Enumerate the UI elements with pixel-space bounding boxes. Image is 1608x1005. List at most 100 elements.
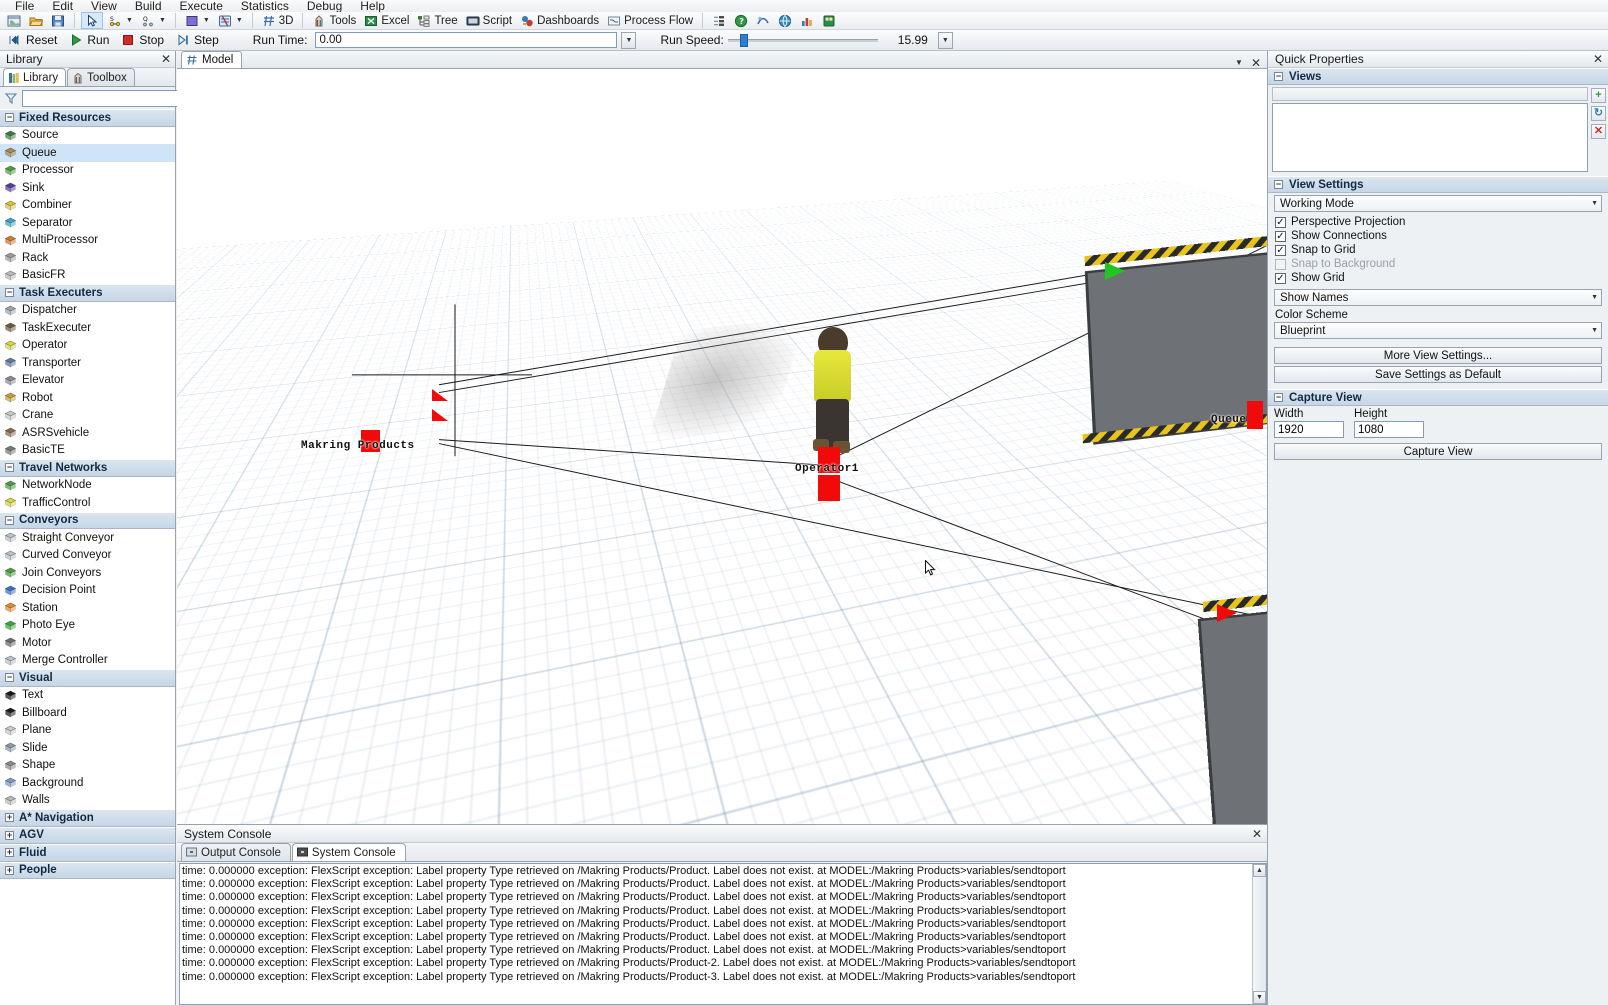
menu-item-execute[interactable]: Execute (171, 0, 232, 12)
tab-model[interactable]: Model (181, 51, 242, 68)
group-collapse-toggle[interactable]: + (5, 866, 14, 875)
capture-view-button[interactable]: Capture View (1274, 443, 1602, 460)
library-group-visual[interactable]: − Visual (0, 669, 175, 687)
capture-height-input[interactable] (1354, 421, 1424, 438)
library-item-basicte[interactable]: BasicTE (0, 442, 175, 460)
share-button[interactable] (753, 12, 773, 29)
group-collapse-toggle[interactable]: + (5, 831, 14, 840)
library-item-taskexecuter[interactable]: TaskExecuter (0, 319, 175, 337)
library-item-processor[interactable]: Processor (0, 162, 175, 180)
library-item-robot[interactable]: Robot (0, 389, 175, 407)
show-names-select[interactable]: Show Names ▼ (1274, 289, 1602, 306)
run-time-dropdown-button[interactable]: ▼ (621, 32, 636, 49)
views-collapse-toggle[interactable]: − (1274, 72, 1283, 81)
group-collapse-toggle[interactable]: + (5, 813, 14, 822)
run-time-input[interactable] (315, 32, 617, 48)
library-item-queue[interactable]: Queue (0, 144, 175, 162)
console-log-text[interactable]: time: 0.000000 exception: FlexScript exc… (180, 864, 1252, 1004)
group-collapse-toggle[interactable]: + (5, 848, 14, 857)
library-item-separator[interactable]: Separator (0, 214, 175, 232)
library-group-a-navigation[interactable]: + A* Navigation (0, 809, 175, 827)
close-icon[interactable]: ✕ (1251, 58, 1261, 68)
checkbox-perspective-projection[interactable]: ✓ Perspective Projection (1268, 215, 1608, 229)
open-model-button[interactable] (26, 12, 46, 29)
view-settings-section-header[interactable]: − View Settings (1268, 176, 1608, 193)
step-button[interactable]: Step (174, 31, 225, 50)
library-item-join-conveyors[interactable]: Join Conveyors (0, 564, 175, 582)
close-icon[interactable]: ✕ (1252, 829, 1262, 839)
library-item-rack[interactable]: Rack (0, 249, 175, 267)
experimenter-button[interactable] (819, 12, 839, 29)
library-item-slide[interactable]: Slide (0, 739, 175, 757)
menu-item-edit[interactable]: Edit (43, 0, 82, 12)
group-collapse-toggle[interactable]: − (5, 463, 14, 472)
checkbox-show-grid[interactable]: ✓ Show Grid (1268, 271, 1608, 285)
new-model-button[interactable] (4, 12, 24, 29)
group-collapse-toggle[interactable]: − (5, 673, 14, 682)
3d-view-button[interactable]: 3D (259, 12, 297, 29)
views-list[interactable] (1272, 103, 1588, 172)
capture-view-collapse-toggle[interactable]: − (1274, 393, 1283, 402)
add-view-button[interactable]: + (1591, 88, 1606, 103)
library-item-asrsvehicle[interactable]: ASRSvehicle (0, 424, 175, 442)
library-group-task-executers[interactable]: − Task Executers (0, 284, 175, 302)
stop-button[interactable]: Stop (119, 31, 170, 50)
library-item-station[interactable]: Station (0, 599, 175, 617)
scroll-down-icon[interactable]: ▼ (1253, 991, 1266, 1004)
library-group-travel-networks[interactable]: − Travel Networks (0, 459, 175, 477)
reset-button[interactable]: Reset (6, 31, 63, 50)
run-speed-dropdown-button[interactable]: ▼ (938, 32, 953, 49)
search-input[interactable] (22, 90, 184, 107)
run-speed-slider[interactable] (728, 32, 878, 48)
filter-funnel-icon[interactable] (4, 91, 18, 105)
console-scrollbar[interactable]: ▲ ▼ (1252, 864, 1266, 1004)
chevron-down-icon[interactable]: ▼ (126, 17, 133, 24)
library-group-fixed-resources[interactable]: − Fixed Resources (0, 109, 175, 127)
menu-item-help[interactable]: Help (351, 0, 394, 12)
library-item-background[interactable]: Background (0, 774, 175, 792)
library-item-trafficcontrol[interactable]: TrafficControl (0, 494, 175, 512)
library-item-networknode[interactable]: NetworkNode (0, 477, 175, 495)
tab-output-console[interactable]: Output Console (181, 843, 291, 861)
library-item-source[interactable]: Source (0, 127, 175, 145)
library-item-decision-point[interactable]: Decision Point (0, 582, 175, 600)
delete-view-button[interactable]: ✕ (1591, 124, 1606, 139)
chevron-down-icon[interactable]: ▼ (236, 17, 243, 24)
menu-item-file[interactable]: File (6, 0, 43, 12)
color-scheme-select[interactable]: Blueprint ▼ (1274, 322, 1602, 339)
script-button[interactable]: Script (463, 12, 515, 29)
group-collapse-toggle[interactable]: − (5, 288, 14, 297)
library-item-transporter[interactable]: Transporter (0, 354, 175, 372)
library-item-dispatcher[interactable]: Dispatcher (0, 302, 175, 320)
menu-item-statistics[interactable]: Statistics (232, 0, 298, 12)
library-item-crane[interactable]: Crane (0, 407, 175, 425)
tree-button[interactable]: Tree (414, 12, 460, 29)
chevron-down-icon[interactable]: ▼ (1235, 58, 1243, 68)
views-section-header[interactable]: − Views (1268, 68, 1608, 85)
help-button[interactable]: ? (731, 12, 751, 29)
model-units-button[interactable]: ▼ (215, 12, 246, 29)
library-group-people[interactable]: + People (0, 862, 175, 880)
library-group-conveyors[interactable]: − Conveyors (0, 512, 175, 530)
color-button[interactable]: ▼ (182, 12, 213, 29)
checkbox-show-connections[interactable]: ✓ Show Connections (1268, 229, 1608, 243)
checkbox-box[interactable]: ✓ (1275, 245, 1286, 256)
group-collapse-toggle[interactable]: − (5, 516, 14, 525)
charts-button[interactable] (797, 12, 817, 29)
run-button[interactable]: Run (67, 31, 115, 50)
library-item-text[interactable]: Text (0, 687, 175, 705)
library-item-shape[interactable]: Shape (0, 757, 175, 775)
library-item-curved-conveyor[interactable]: Curved Conveyor (0, 547, 175, 565)
library-item-plane[interactable]: Plane (0, 722, 175, 740)
library-item-billboard[interactable]: Billboard (0, 704, 175, 722)
refresh-view-button[interactable]: ↻ (1591, 106, 1606, 121)
chevron-down-icon[interactable]: ▼ (203, 17, 210, 24)
library-item-combiner[interactable]: Combiner (0, 197, 175, 215)
library-item-elevator[interactable]: Elevator (0, 372, 175, 390)
tab-system-console[interactable]: System Console (292, 843, 406, 861)
library-item-photo-eye[interactable]: Photo Eye (0, 617, 175, 635)
menu-item-build[interactable]: Build (126, 0, 171, 12)
library-item-motor[interactable]: Motor (0, 634, 175, 652)
excel-button[interactable]: Excel (361, 12, 412, 29)
process-flow-button[interactable]: Process Flow (604, 12, 696, 29)
